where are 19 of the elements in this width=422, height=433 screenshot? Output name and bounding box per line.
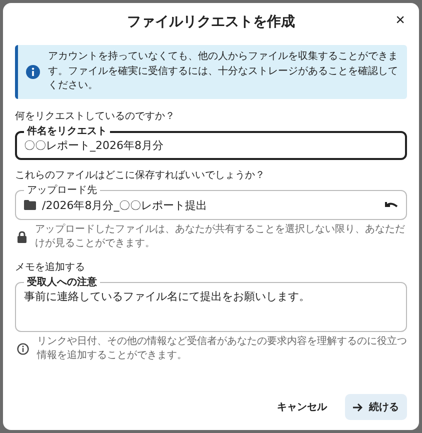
lock-icon — [17, 231, 27, 243]
privacy-note: アップロードしたファイルは、あなたが共有することを選択しない限り、あなただけが見ることができます。 — [35, 222, 406, 251]
note-textarea[interactable]: 受取人への注意 事前に連絡しているファイル名にて提出をお願いします。 — [15, 276, 407, 332]
hint-text: リンクや日付、その他の情報など受信者があなたの要求内容を理解するのに役立つ情報を追加することができます。 — [37, 334, 407, 363]
question-label: これらのファイルはどこに保存すればいいでしょうか？ — [15, 168, 265, 182]
question-label: メモを追加する — [15, 260, 85, 274]
arrow-icon — [353, 402, 363, 412]
destination-field[interactable]: アップロード先 /2026年8月分_〇〇レポート提出 — [15, 184, 407, 220]
folder-icon — [24, 200, 36, 210]
question-label: 何をリクエストしているのですか？ — [15, 110, 175, 122]
dialog-title: ファイルリクエストを作成 — [127, 13, 295, 31]
undo-icon[interactable] — [385, 200, 398, 210]
close-button[interactable]: × — [394, 12, 407, 30]
info-icon — [26, 64, 40, 79]
info-text: アカウントを持っていなくても、他の人からファイルを収集することができます。ファイルを確実に受信するには、十分なストレージがあることを確認してください。 — [48, 50, 399, 93]
info-icon — [17, 343, 29, 355]
cancel-button[interactable]: キャンセル — [269, 394, 335, 420]
continue-button[interactable]: 続ける — [345, 394, 407, 420]
subject-field[interactable]: 件名をリクエスト 〇〇レポート_2026年8月分 — [15, 126, 407, 160]
